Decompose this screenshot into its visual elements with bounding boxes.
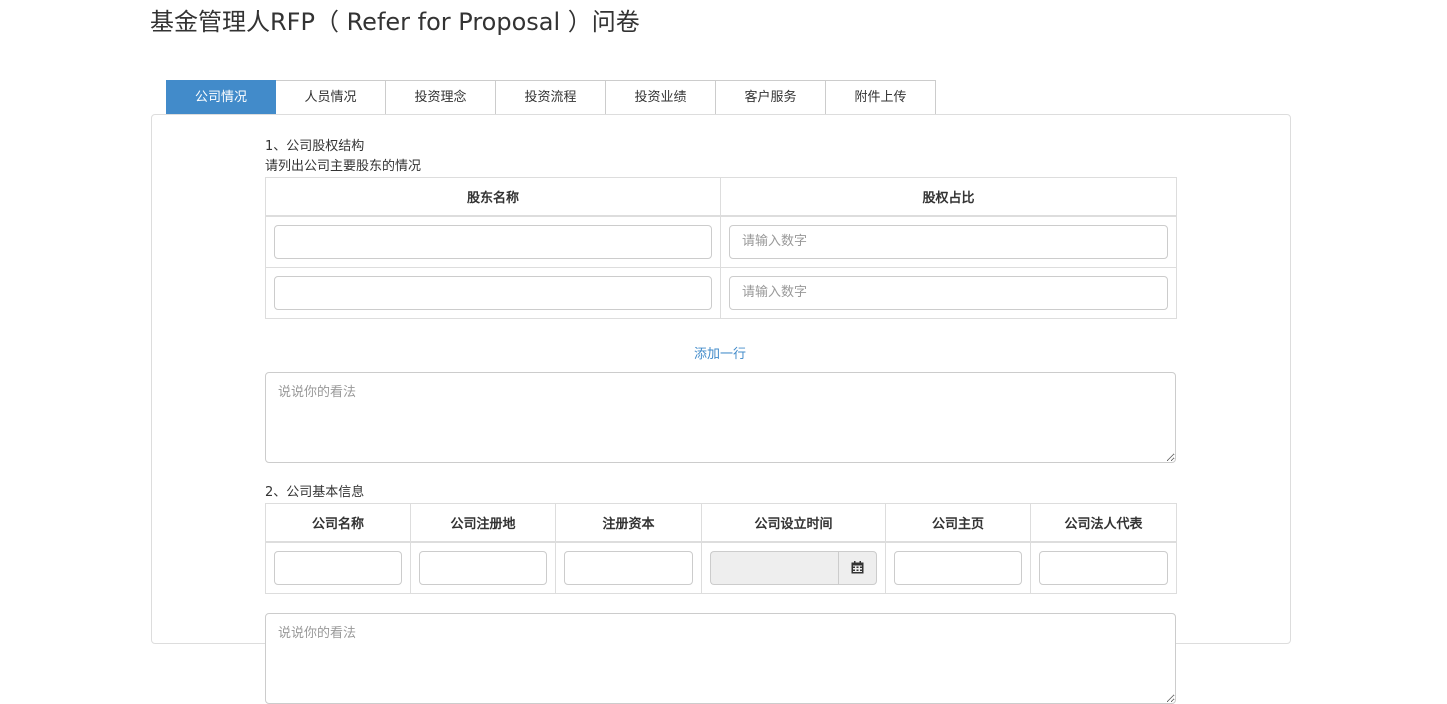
tab-investment-process[interactable]: 投资流程 xyxy=(496,80,606,115)
registered-address-input[interactable] xyxy=(419,550,547,585)
company-homepage-input[interactable] xyxy=(894,550,1022,585)
tab-investment-performance[interactable]: 投资业绩 xyxy=(606,80,716,115)
column-header-registered-address: 公司注册地 xyxy=(410,503,556,543)
equity-ratio-input[interactable] xyxy=(729,224,1168,259)
tab-bar: 公司情况 人员情况 投资理念 投资流程 投资业绩 客户服务 附件上传 xyxy=(166,80,936,115)
company-name-input[interactable] xyxy=(274,550,402,585)
section2-title: 2、公司基本信息 xyxy=(265,485,365,500)
section1-subtitle: 请列出公司主要股东的情况 xyxy=(265,159,422,174)
column-header-equity-ratio: 股权占比 xyxy=(720,177,1177,217)
add-row-link[interactable]: 添加一行 xyxy=(265,345,1175,365)
registered-capital-input[interactable] xyxy=(564,550,693,585)
tab-personnel[interactable]: 人员情况 xyxy=(276,80,386,115)
tab-investment-philosophy[interactable]: 投资理念 xyxy=(386,80,496,115)
shareholder-name-input[interactable] xyxy=(274,275,712,310)
tab-company-info[interactable]: 公司情况 xyxy=(166,80,276,115)
legal-representative-input[interactable] xyxy=(1039,550,1168,585)
shareholder-table: 股东名称 股权占比 xyxy=(265,177,1177,319)
column-header-shareholder-name: 股东名称 xyxy=(265,177,721,217)
establishment-date-picker xyxy=(710,550,877,585)
shareholder-name-input[interactable] xyxy=(274,224,712,259)
date-picker-button[interactable] xyxy=(838,550,877,585)
section1-opinion-textarea[interactable] xyxy=(265,372,1176,463)
calendar-icon xyxy=(851,561,864,574)
tab-customer-service[interactable]: 客户服务 xyxy=(716,80,826,115)
column-header-company-homepage: 公司主页 xyxy=(885,503,1031,543)
section1-title: 1、公司股权结构 xyxy=(265,139,365,154)
column-header-establishment-date: 公司设立时间 xyxy=(701,503,886,543)
section2-opinion-textarea[interactable] xyxy=(265,613,1176,704)
equity-ratio-input[interactable] xyxy=(729,275,1168,310)
column-header-company-name: 公司名称 xyxy=(265,503,411,543)
tab-attachment-upload[interactable]: 附件上传 xyxy=(826,80,936,115)
company-info-table: 公司名称 公司注册地 注册资本 公司设立时间 公司主页 公司法人代表 xyxy=(265,503,1177,594)
page-title: 基金管理人RFP（ Refer for Proposal ）问卷 xyxy=(150,8,640,36)
table-row xyxy=(265,266,1177,319)
column-header-legal-representative: 公司法人代表 xyxy=(1030,503,1177,543)
column-header-registered-capital: 注册资本 xyxy=(555,503,702,543)
table-row xyxy=(265,541,1177,594)
table-row xyxy=(265,215,1177,268)
establishment-date-input[interactable] xyxy=(710,550,838,585)
